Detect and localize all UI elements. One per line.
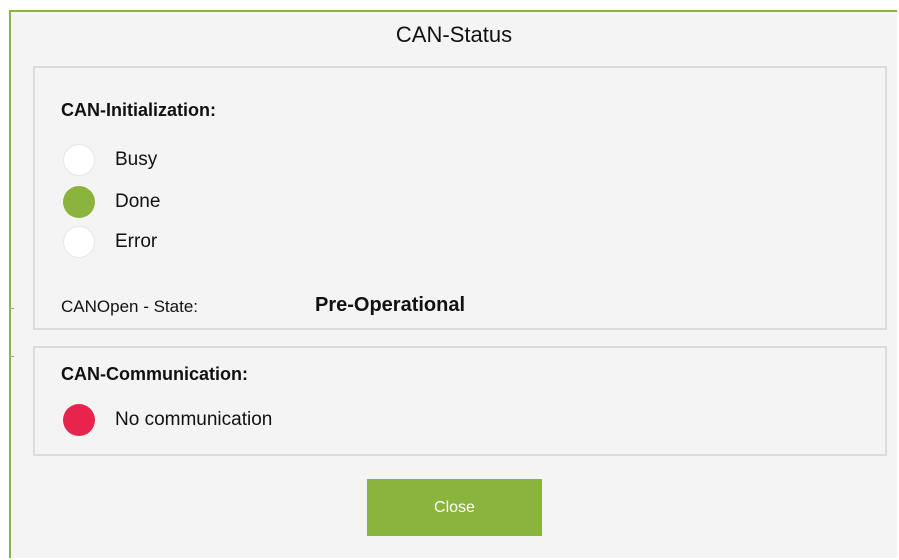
edge-tick xyxy=(11,308,14,309)
edge-tick xyxy=(11,356,14,357)
canopen-state-value: Pre-Operational xyxy=(315,294,466,316)
done-status-led xyxy=(63,186,95,218)
error-status-label: Error xyxy=(115,231,158,252)
status-row-error: Error xyxy=(63,226,157,258)
error-status-led xyxy=(63,226,95,258)
busy-status-led xyxy=(63,144,95,176)
can-communication-heading: CAN-Communication: xyxy=(61,364,248,384)
dialog-title: CAN-Status xyxy=(395,22,513,47)
busy-status-label: Busy xyxy=(115,149,158,170)
status-row-done: Done xyxy=(63,186,160,218)
close-button[interactable]: Close xyxy=(367,479,542,536)
status-row-communication: No communication xyxy=(63,404,272,436)
done-status-label: Done xyxy=(115,191,161,212)
communication-status-led xyxy=(63,404,95,436)
can-status-dialog: CAN-Status CAN-Initialization: Busy Done… xyxy=(9,10,897,558)
can-communication-panel: CAN-Communication: No communication xyxy=(33,346,887,456)
canopen-state-label: CANOpen - State: xyxy=(61,297,199,316)
status-row-busy: Busy xyxy=(63,144,157,176)
communication-status-label: No communication xyxy=(115,409,273,430)
can-initialization-panel: CAN-Initialization: Busy Done Error CANO… xyxy=(33,66,887,330)
can-initialization-heading: CAN-Initialization: xyxy=(61,100,216,120)
